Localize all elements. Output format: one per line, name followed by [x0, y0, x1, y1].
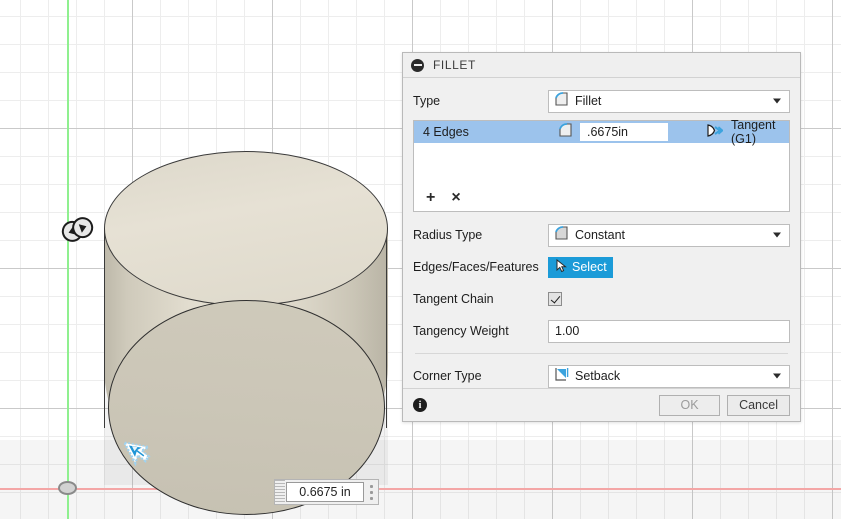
tangency-weight-label: Tangency Weight	[413, 324, 548, 338]
edge-row-name: 4 Edges	[414, 125, 558, 139]
radius-type-row: Radius Type Constant	[413, 220, 790, 250]
tangency-weight-row: Tangency Weight 1.00	[413, 316, 790, 346]
y-axis-line	[67, 0, 69, 519]
corner-type-label: Corner Type	[413, 369, 548, 383]
edge-list-empty-area[interactable]	[414, 143, 789, 185]
cursor-arrow-icon	[556, 259, 568, 276]
dimension-input-box[interactable]: 0.6675 in	[274, 479, 379, 505]
corner-type-value: Setback	[575, 369, 620, 383]
setback-icon	[554, 367, 569, 385]
dialog-footer: i OK Cancel	[403, 388, 800, 421]
selection-row: Edges/Faces/Features Select	[413, 252, 790, 282]
select-cursor-icon	[124, 434, 154, 468]
type-label: Type	[413, 94, 548, 108]
type-row: Type Fillet	[413, 86, 790, 116]
edge-row-radius-group[interactable]: .6675in	[558, 123, 706, 141]
edge-radius-input[interactable]: .6675in	[580, 123, 668, 141]
fillet-icon	[554, 92, 569, 110]
select-button-label: Select	[572, 260, 607, 274]
dimension-drag-grip[interactable]	[275, 480, 285, 504]
corner-type-row: Corner Type Setback	[413, 361, 790, 391]
constant-radius-icon	[554, 226, 569, 244]
tangent-g1-icon	[706, 123, 723, 141]
cancel-button[interactable]: Cancel	[727, 395, 790, 416]
dialog-title-text: FILLET	[433, 58, 476, 72]
view-flip-icon[interactable]	[61, 216, 94, 243]
corner-type-dropdown[interactable]: Setback	[548, 365, 790, 388]
chevron-down-icon[interactable]	[773, 233, 781, 238]
edge-list-toolbar: + ×	[414, 185, 789, 211]
edge-list-row[interactable]: 4 Edges .6675in	[414, 121, 789, 143]
tangency-weight-input[interactable]: 1.00	[548, 320, 790, 343]
x-axis-line	[0, 488, 841, 490]
selection-label: Edges/Faces/Features	[413, 260, 548, 274]
edge-continuity-value: Tangent (G1)	[731, 118, 789, 146]
select-button[interactable]: Select	[548, 257, 613, 278]
origin-point-icon[interactable]	[58, 481, 77, 495]
dialog-body: Type Fillet 4 Edges	[403, 78, 800, 391]
radius-type-dropdown[interactable]: Constant	[548, 224, 790, 247]
collapse-minus-icon[interactable]	[411, 59, 424, 72]
dimension-value-field[interactable]: 0.6675 in	[286, 482, 364, 502]
ok-button[interactable]: OK	[659, 395, 720, 416]
tangent-chain-row: Tangent Chain	[413, 284, 790, 314]
type-value: Fillet	[575, 94, 601, 108]
fusion-app-window: 0.6675 in FILLET Type	[0, 0, 841, 519]
section-divider	[415, 353, 788, 354]
cylinder-right-silhouette	[386, 228, 387, 428]
type-dropdown[interactable]: Fillet	[548, 90, 790, 113]
edge-list[interactable]: 4 Edges .6675in	[413, 120, 790, 212]
remove-selection-button[interactable]: ×	[451, 190, 460, 206]
chevron-down-icon[interactable]	[773, 99, 781, 104]
dialog-title-bar[interactable]: FILLET	[403, 53, 800, 78]
fillet-icon	[558, 123, 573, 141]
fillet-dialog[interactable]: FILLET Type Fillet	[402, 52, 801, 422]
cylinder-top-face[interactable]	[104, 151, 388, 306]
tangent-chain-checkbox[interactable]	[548, 292, 562, 306]
chevron-down-icon[interactable]	[773, 374, 781, 379]
radius-type-label: Radius Type	[413, 228, 548, 242]
add-selection-button[interactable]: +	[426, 190, 435, 206]
radius-type-value: Constant	[575, 228, 625, 242]
edge-row-continuity-group[interactable]: Tangent (G1)	[706, 118, 789, 146]
cylinder-left-silhouette	[104, 228, 105, 428]
info-icon[interactable]: i	[413, 398, 427, 412]
dimension-options-dots[interactable]	[364, 480, 378, 504]
tangent-chain-label: Tangent Chain	[413, 292, 548, 306]
